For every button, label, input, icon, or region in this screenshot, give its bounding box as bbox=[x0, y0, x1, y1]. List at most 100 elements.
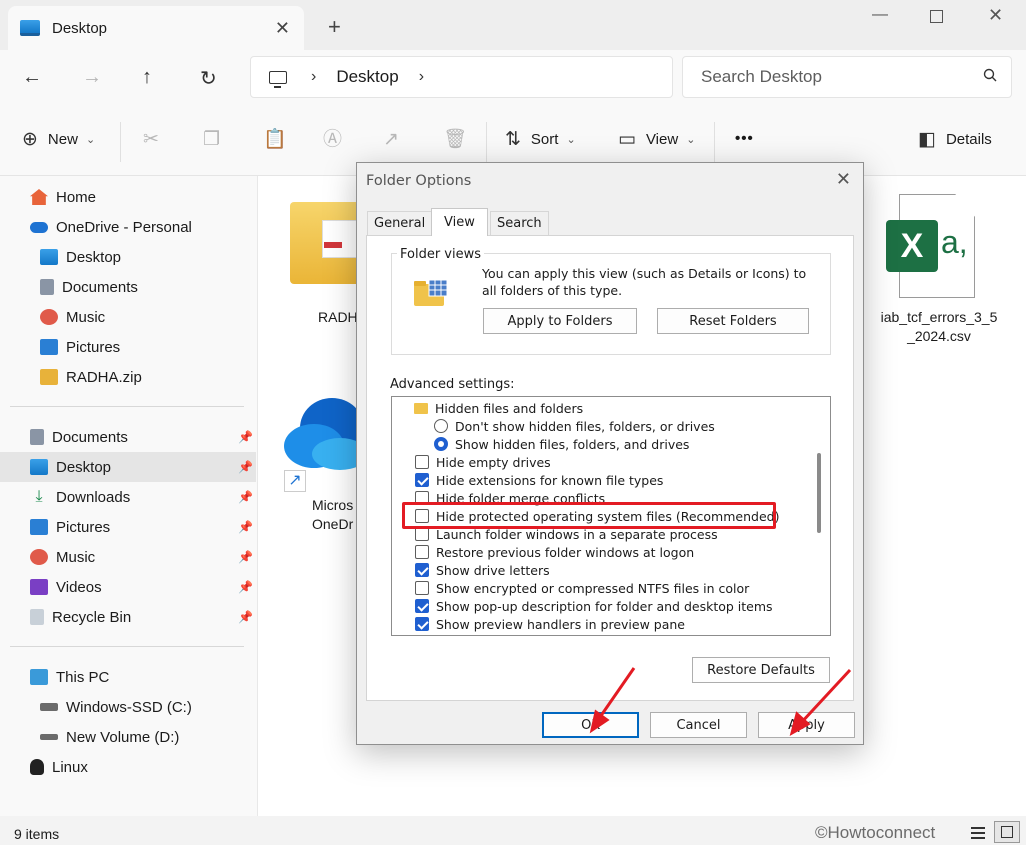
checkbox[interactable] bbox=[415, 563, 429, 577]
new-tab-button[interactable]: + bbox=[328, 16, 341, 38]
sidebar-item-label: Documents bbox=[52, 428, 128, 446]
sidebar-item-quick-videos[interactable]: Videos 📌 bbox=[0, 572, 256, 602]
setting-label: Show encrypted or compressed NTFS files … bbox=[436, 580, 750, 596]
forward-button[interactable]: → bbox=[82, 66, 102, 89]
radio-show-hidden[interactable]: Show hidden files, folders, and drives bbox=[434, 435, 689, 453]
checkbox[interactable] bbox=[415, 527, 429, 541]
checkbox[interactable] bbox=[415, 545, 429, 559]
sidebar-item-music[interactable]: Music bbox=[0, 302, 256, 332]
apply-to-folders-button[interactable]: Apply to Folders bbox=[483, 308, 637, 334]
minimize-button[interactable]: — bbox=[872, 6, 888, 24]
search-input[interactable]: Search Desktop bbox=[682, 56, 1012, 98]
file-item-csv[interactable]: X a, bbox=[883, 194, 983, 304]
new-button[interactable]: ⊕ New ⌄ bbox=[22, 130, 95, 149]
checkbox-hide-extensions[interactable]: Hide extensions for known file types bbox=[415, 471, 663, 489]
maximize-button[interactable] bbox=[930, 10, 943, 23]
breadcrumb-desktop[interactable]: Desktop bbox=[336, 67, 398, 87]
copy-icon: ❐ bbox=[203, 129, 221, 150]
view-icon: ▭ bbox=[618, 129, 636, 150]
sidebar-item-radha-zip[interactable]: RADHA.zip bbox=[0, 362, 256, 392]
close-icon[interactable]: ✕ bbox=[836, 169, 851, 190]
pin-icon[interactable]: 📌 bbox=[238, 460, 253, 474]
checkbox-popup-description[interactable]: Show pop-up description for folder and d… bbox=[415, 597, 773, 615]
checkbox-preview-handlers[interactable]: Show preview handlers in preview pane bbox=[415, 615, 685, 633]
pin-icon[interactable]: 📌 bbox=[238, 610, 253, 624]
tiles-view-button[interactable] bbox=[994, 821, 1020, 843]
plus-circle-icon: ⊕ bbox=[22, 129, 38, 150]
ok-button[interactable]: OK bbox=[542, 712, 639, 738]
sidebar-item-linux[interactable]: Linux bbox=[0, 752, 256, 782]
chevron-right-icon[interactable]: › bbox=[311, 68, 316, 86]
checkbox[interactable] bbox=[415, 473, 429, 487]
restore-defaults-button[interactable]: Restore Defaults bbox=[692, 657, 830, 683]
delete-button[interactable]: 🗑 bbox=[443, 130, 477, 149]
radio-button[interactable] bbox=[434, 419, 448, 433]
rename-button[interactable]: Ⓐ bbox=[323, 130, 352, 149]
sidebar-item-home[interactable]: Home bbox=[0, 182, 256, 212]
reset-folders-button[interactable]: Reset Folders bbox=[657, 308, 809, 334]
sidebar-item-documents[interactable]: Documents bbox=[0, 272, 256, 302]
tab-desktop[interactable]: Desktop ✕ bbox=[8, 6, 304, 50]
details-pane-button[interactable]: ◧ Details bbox=[918, 130, 992, 149]
checkbox[interactable] bbox=[415, 617, 429, 631]
sidebar-item-drive-d[interactable]: New Volume (D:) bbox=[0, 722, 256, 752]
share-button[interactable]: ↗ bbox=[383, 130, 409, 149]
sidebar-item-quick-desktop[interactable]: Desktop 📌 bbox=[0, 452, 256, 482]
advanced-settings-list[interactable]: Hidden files and folders Don't show hidd… bbox=[391, 396, 831, 636]
apply-button[interactable]: Apply bbox=[758, 712, 855, 738]
checkbox-restore-windows[interactable]: Restore previous folder windows at logon bbox=[415, 543, 694, 561]
checkbox-hide-empty-drives[interactable]: Hide empty drives bbox=[415, 453, 551, 471]
pin-icon[interactable]: 📌 bbox=[238, 430, 253, 444]
close-window-button[interactable]: ✕ bbox=[988, 5, 1003, 26]
pin-icon[interactable]: 📌 bbox=[238, 520, 253, 534]
checkbox-separate-process[interactable]: Launch folder windows in a separate proc… bbox=[415, 525, 718, 543]
paste-button[interactable]: 📋 bbox=[263, 130, 297, 149]
shortcut-arrow-icon: ↗ bbox=[284, 470, 306, 492]
checkbox[interactable] bbox=[415, 581, 429, 595]
checkbox-ntfs-color[interactable]: Show encrypted or compressed NTFS files … bbox=[415, 579, 749, 597]
sort-button[interactable]: ⇅ Sort ⌄ bbox=[505, 130, 576, 149]
close-tab-icon[interactable]: ✕ bbox=[275, 18, 290, 39]
tab-search[interactable]: Search bbox=[490, 211, 549, 235]
chevron-right-icon[interactable]: › bbox=[419, 68, 424, 86]
back-button[interactable]: ← bbox=[22, 66, 42, 89]
sidebar-item-onedrive[interactable]: OneDrive - Personal bbox=[0, 212, 256, 242]
checkbox[interactable] bbox=[415, 491, 429, 505]
scrollbar-thumb[interactable] bbox=[817, 453, 821, 533]
chevron-down-icon: ⌄ bbox=[85, 134, 96, 146]
radio-button[interactable] bbox=[434, 437, 448, 451]
up-button[interactable]: ↑ bbox=[142, 66, 152, 89]
more-options-button[interactable]: ••• bbox=[735, 130, 754, 147]
checkbox[interactable] bbox=[415, 455, 429, 469]
pin-icon[interactable]: 📌 bbox=[238, 490, 253, 504]
sidebar-item-quick-documents[interactable]: Documents 📌 bbox=[0, 422, 256, 452]
cut-button[interactable]: ✂ bbox=[143, 130, 169, 149]
view-button[interactable]: ▭ View ⌄ bbox=[618, 130, 695, 149]
checkbox-hide-merge-conflicts[interactable]: Hide folder merge conflicts bbox=[415, 489, 605, 507]
sidebar-item-quick-music[interactable]: Music 📌 bbox=[0, 542, 256, 572]
refresh-button[interactable]: ↻ bbox=[200, 66, 217, 91]
sidebar-item-drive-c[interactable]: Windows-SSD (C:) bbox=[0, 692, 256, 722]
new-label: New bbox=[47, 131, 78, 148]
address-bar[interactable]: › Desktop › bbox=[250, 56, 673, 98]
sidebar-item-this-pc[interactable]: This PC bbox=[0, 662, 256, 692]
sidebar-item-quick-downloads[interactable]: ⤓ Downloads 📌 bbox=[0, 482, 256, 512]
sidebar-item-quick-recycle-bin[interactable]: Recycle Bin 📌 bbox=[0, 602, 256, 632]
checkbox[interactable] bbox=[415, 599, 429, 613]
checkbox[interactable] bbox=[415, 509, 429, 523]
checkbox-hide-protected-os-files[interactable]: Hide protected operating system files (R… bbox=[415, 507, 779, 525]
tab-view[interactable]: View bbox=[431, 208, 488, 236]
copy-button[interactable]: ❐ bbox=[203, 130, 230, 149]
sidebar-item-quick-pictures[interactable]: Pictures 📌 bbox=[0, 512, 256, 542]
sidebar-item-label: Videos bbox=[56, 578, 102, 596]
pin-icon[interactable]: 📌 bbox=[238, 580, 253, 594]
cancel-button[interactable]: Cancel bbox=[650, 712, 747, 738]
sidebar-item-pictures[interactable]: Pictures bbox=[0, 332, 256, 362]
sidebar-item-desktop[interactable]: Desktop bbox=[0, 242, 256, 272]
checkbox-show-drive-letters[interactable]: Show drive letters bbox=[415, 561, 550, 579]
tab-general[interactable]: General bbox=[367, 211, 433, 235]
pin-icon[interactable]: 📌 bbox=[238, 550, 253, 564]
file-label: Micros OneDr bbox=[312, 497, 354, 532]
details-view-icon[interactable] bbox=[971, 827, 985, 839]
radio-dont-show-hidden[interactable]: Don't show hidden files, folders, or dri… bbox=[434, 417, 715, 435]
